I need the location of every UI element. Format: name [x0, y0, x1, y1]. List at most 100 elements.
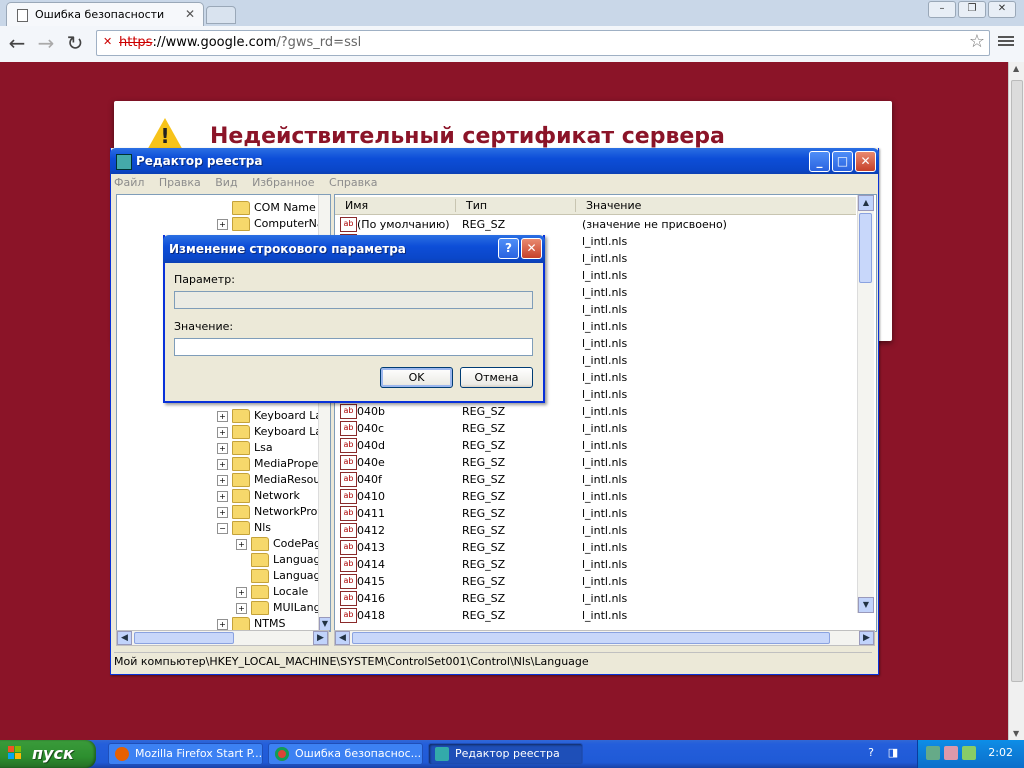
- expand-icon[interactable]: +: [217, 442, 228, 454]
- browser-tab[interactable]: Ошибка безопасности ✕: [6, 2, 204, 27]
- list-item[interactable]: ab 0411 REG_SZ l_intl.nls: [335, 505, 856, 522]
- tree-item[interactable]: + Keyboard La: [217, 409, 322, 425]
- reload-icon[interactable]: ↻: [63, 31, 87, 55]
- help-button[interactable]: ?: [498, 238, 519, 259]
- expand-icon[interactable]: +: [236, 538, 247, 550]
- list-item[interactable]: ab 0416 REG_SZ l_intl.nls: [335, 590, 856, 607]
- list-item[interactable]: ab 040f REG_SZ l_intl.nls: [335, 471, 856, 488]
- tree-item[interactable]: + MediaResou: [217, 473, 320, 489]
- scroll-thumb[interactable]: [859, 213, 872, 283]
- minimize-button[interactable]: –: [928, 1, 956, 18]
- menu-file[interactable]: Файл: [114, 176, 144, 189]
- clock[interactable]: 2:02: [988, 746, 1013, 759]
- list-item[interactable]: ab 040b REG_SZ l_intl.nls: [335, 403, 856, 420]
- tree-item[interactable]: Languag: [236, 569, 321, 585]
- menu-favorites[interactable]: Избранное: [252, 176, 314, 189]
- list-item[interactable]: ab 0414 REG_SZ l_intl.nls: [335, 556, 856, 573]
- close-button[interactable]: ✕: [855, 151, 876, 172]
- tree-item[interactable]: Languag: [236, 553, 321, 569]
- scroll-right-icon[interactable]: ▶: [859, 631, 874, 645]
- page-scrollbar[interactable]: ▲ ▼: [1008, 62, 1024, 740]
- list-item[interactable]: ab 0410 REG_SZ l_intl.nls: [335, 488, 856, 505]
- scroll-down-icon[interactable]: ▼: [858, 597, 874, 613]
- list-item[interactable]: ab (По умолчанию) REG_SZ (значение не присв…: [335, 216, 856, 233]
- list-item[interactable]: ab 0412 REG_SZ l_intl.nls: [335, 522, 856, 539]
- safe-remove-tray-icon[interactable]: [962, 746, 976, 760]
- expand-icon[interactable]: +: [236, 602, 247, 614]
- list-horizontal-scrollbar[interactable]: ◀ ▶: [334, 630, 875, 646]
- expand-icon[interactable]: +: [217, 490, 228, 502]
- value-field[interactable]: [174, 338, 533, 356]
- scroll-thumb[interactable]: [134, 632, 234, 644]
- tree-item[interactable]: COM Name A: [217, 201, 327, 217]
- new-tab-button[interactable]: [206, 6, 236, 24]
- task-regedit[interactable]: Редактор реестра: [428, 743, 583, 765]
- network-tray-icon[interactable]: [926, 746, 940, 760]
- scroll-up-icon[interactable]: ▲: [1013, 64, 1019, 73]
- list-item[interactable]: ab 040c REG_SZ l_intl.nls: [335, 420, 856, 437]
- scroll-left-icon[interactable]: ◀: [335, 631, 350, 645]
- regedit-titlebar[interactable]: Редактор реестра _ □ ✕: [110, 148, 879, 174]
- column-value[interactable]: Значение: [586, 199, 641, 212]
- expand-icon[interactable]: +: [217, 474, 228, 486]
- expand-icon[interactable]: +: [236, 586, 247, 598]
- chrome-menu-icon[interactable]: [998, 34, 1014, 48]
- expand-icon[interactable]: +: [217, 426, 228, 438]
- column-name[interactable]: Имя: [345, 199, 368, 212]
- list-item[interactable]: ab 0415 REG_SZ l_intl.nls: [335, 573, 856, 590]
- expand-icon[interactable]: +: [217, 218, 228, 230]
- task-firefox[interactable]: Mozilla Firefox Start P...: [108, 743, 263, 765]
- cancel-button[interactable]: Отмена: [460, 367, 533, 388]
- tree-item[interactable]: + MediaProper: [217, 457, 323, 473]
- minimize-button[interactable]: _: [809, 151, 830, 172]
- forward-icon[interactable]: →: [34, 31, 58, 55]
- scroll-left-icon[interactable]: ◀: [117, 631, 132, 645]
- close-button[interactable]: ✕: [988, 1, 1016, 18]
- menu-view[interactable]: Вид: [215, 176, 237, 189]
- scroll-down-icon[interactable]: ▼: [1013, 729, 1019, 738]
- list-item[interactable]: ab 0418 REG_SZ l_intl.nls: [335, 607, 856, 624]
- collapse-icon[interactable]: −: [217, 522, 228, 534]
- back-icon[interactable]: ←: [5, 31, 29, 55]
- column-type[interactable]: Тип: [466, 199, 487, 212]
- broken-lock-icon[interactable]: ✕: [103, 36, 114, 48]
- scroll-right-icon[interactable]: ▶: [313, 631, 328, 645]
- menu-edit[interactable]: Правка: [159, 176, 201, 189]
- list-item[interactable]: ab 0413 REG_SZ l_intl.nls: [335, 539, 856, 556]
- scroll-thumb[interactable]: [1011, 80, 1023, 682]
- dialog-titlebar[interactable]: Изменение строкового параметра ? ✕: [163, 235, 545, 263]
- expand-icon[interactable]: +: [217, 410, 228, 422]
- address-bar[interactable]: ✕ https://www.google.com/?gws_rd=ssl ☆: [96, 30, 990, 56]
- tree-item[interactable]: + Network: [217, 489, 300, 505]
- volume-tray-icon[interactable]: [944, 746, 958, 760]
- help-tray-icon[interactable]: ?: [864, 746, 878, 760]
- scroll-down-icon[interactable]: ▼: [319, 617, 330, 631]
- tree-horizontal-scrollbar[interactable]: ◀ ▶: [116, 630, 329, 646]
- scroll-thumb[interactable]: [352, 632, 830, 644]
- expand-icon[interactable]: +: [217, 506, 228, 518]
- tree-item[interactable]: − Nls: [217, 521, 271, 537]
- close-button[interactable]: ✕: [521, 238, 542, 259]
- expand-icon[interactable]: +: [217, 458, 228, 470]
- start-button[interactable]: пуск: [0, 740, 96, 768]
- list-item[interactable]: ab 040e REG_SZ l_intl.nls: [335, 454, 856, 471]
- language-tray-icon[interactable]: ◨: [886, 746, 900, 760]
- menu-help[interactable]: Справка: [329, 176, 377, 189]
- list-item[interactable]: ab 040d REG_SZ l_intl.nls: [335, 437, 856, 454]
- expand-icon[interactable]: +: [217, 618, 228, 630]
- close-tab-icon[interactable]: ✕: [185, 7, 195, 21]
- tree-item[interactable]: + NetworkProv: [217, 505, 324, 521]
- bookmark-star-icon[interactable]: ☆: [969, 31, 985, 52]
- tree-item[interactable]: + Lsa: [217, 441, 273, 457]
- task-chrome[interactable]: Ошибка безопаснос...: [268, 743, 423, 765]
- tree-item[interactable]: + Keyboard La: [217, 425, 322, 441]
- tree-item[interactable]: + CodePag: [236, 537, 321, 553]
- maximize-button[interactable]: □: [832, 151, 853, 172]
- tree-item[interactable]: + Locale: [236, 585, 308, 601]
- ok-button[interactable]: OK: [380, 367, 453, 388]
- scroll-up-icon[interactable]: ▲: [858, 195, 874, 211]
- tree-item[interactable]: + ComputerNa: [217, 217, 324, 233]
- tree-item[interactable]: + MUILang: [236, 601, 321, 617]
- list-vertical-scrollbar[interactable]: ▲ ▼: [857, 195, 874, 613]
- restore-button[interactable]: ❐: [958, 1, 986, 18]
